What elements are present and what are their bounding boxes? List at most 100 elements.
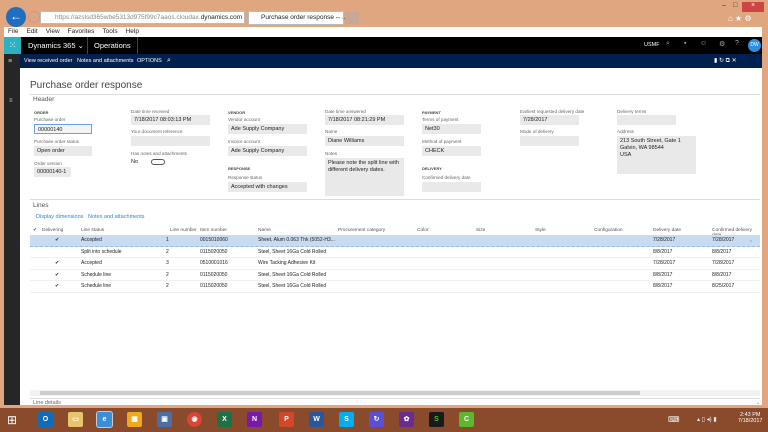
file-explorer-icon[interactable]: ▭ — [68, 412, 83, 427]
col-item-number[interactable]: Item number — [200, 228, 227, 233]
chevron-down-icon[interactable]: ⌄ — [756, 400, 760, 406]
col-size[interactable]: Size — [476, 228, 485, 233]
select-all-checkbox[interactable]: ✔ — [33, 228, 37, 233]
order-version-label: Order version — [34, 161, 62, 166]
lines-notes-button[interactable]: Notes and attachments — [88, 214, 145, 220]
table-row[interactable]: ✔ Accepted 3 0510001016 Wire Tacking Adhesiv… — [30, 258, 760, 270]
address-bar[interactable]: https://azslsd365wbe5313d975f99c7aaos.cl… — [40, 11, 245, 24]
computer-icon[interactable]: ▣ — [157, 412, 172, 427]
settings-icon[interactable]: ⚙ — [719, 40, 725, 48]
scroll-up-icon[interactable]: ^ — [750, 240, 752, 246]
col-line-status[interactable]: Line status — [81, 228, 104, 233]
options-tab[interactable]: OPTIONS — [137, 54, 162, 68]
col-color[interactable]: Color — [417, 228, 428, 233]
horizontal-scrollbar[interactable] — [30, 390, 760, 396]
new-tab-button[interactable] — [345, 12, 359, 24]
header-section[interactable]: Header — [33, 96, 54, 103]
product-name[interactable]: Dynamics 365 ⌄ — [28, 41, 84, 50]
mode-field[interactable] — [520, 136, 579, 146]
help-icon[interactable]: ? — [735, 40, 739, 47]
search-icon[interactable]: ⌕ — [666, 40, 670, 48]
browser-tab[interactable]: Purchase order response -- ... × — [248, 11, 353, 25]
skype-icon[interactable]: S — [339, 412, 354, 427]
start-icon[interactable]: ⊞ — [7, 413, 17, 427]
message-icon[interactable]: ▪ — [684, 40, 686, 47]
confirmed-delivery-date: 8/25/2017 — [712, 283, 735, 289]
dt-answered-label: Date time answered — [325, 109, 366, 114]
notes-field[interactable]: Please note the split line with differen… — [325, 158, 404, 196]
col-configuration[interactable]: Configuration — [594, 228, 623, 233]
col-line-number[interactable]: Line number — [170, 228, 197, 233]
col-procurement-category[interactable]: Procurement category — [338, 228, 385, 233]
table-row[interactable]: Split into schedule 2 0115020050 Steel, She… — [30, 247, 760, 258]
menu-favorites[interactable]: Favorites — [68, 27, 95, 37]
chrome-icon[interactable]: ◉ — [187, 412, 202, 427]
hamburger-icon[interactable]: ≡ — [8, 58, 12, 65]
lines-section[interactable]: Lines — [33, 202, 49, 209]
has-notes-toggle[interactable] — [151, 159, 165, 165]
company-picker[interactable]: USMF — [644, 42, 660, 48]
earliest-field[interactable]: 7/28/2017 — [520, 115, 579, 125]
col-delivery-date[interactable]: Delivery date — [653, 228, 681, 233]
onenote-icon[interactable]: N — [247, 412, 262, 427]
doc-ref-field[interactable] — [131, 136, 210, 146]
view-received-order-button[interactable]: View received order — [24, 54, 73, 68]
app-s-icon[interactable]: S — [429, 412, 444, 427]
po-status-field[interactable]: Open order — [34, 146, 92, 156]
name-field[interactable]: Diane Williams — [325, 136, 404, 146]
table-row[interactable]: ✔ Schedule line 2 0115020050 Steel, Sheet 16… — [30, 281, 760, 293]
filter-icon[interactable]: ≡ — [9, 98, 13, 104]
back-button[interactable]: ← — [6, 7, 26, 27]
scrollbar-thumb[interactable] — [40, 391, 640, 395]
terms-field[interactable]: Net30 — [422, 124, 481, 134]
camtasia-icon[interactable]: C — [459, 412, 474, 427]
excel-icon[interactable]: X — [217, 412, 232, 427]
tray-icons[interactable]: ▴ ▯ ◂) ▮ — [697, 416, 717, 423]
minimize-icon[interactable]: – — [722, 2, 726, 9]
invoice-account-field[interactable]: Ade Supply Company — [228, 146, 307, 156]
menu-help[interactable]: Help — [126, 27, 139, 37]
menu-edit[interactable]: Edit — [26, 27, 37, 37]
page-title: Purchase order response — [30, 80, 143, 91]
maximize-icon[interactable]: □ — [733, 2, 737, 9]
display-dimensions-button[interactable]: Display dimensions — [36, 214, 83, 220]
menu-tools[interactable]: Tools — [102, 27, 117, 37]
keyboard-icon[interactable]: ⌨ — [668, 415, 680, 424]
menu-file[interactable]: File — [8, 27, 18, 37]
method-field[interactable]: CHECK — [422, 146, 481, 156]
delivery-date: 8/8/2017 — [653, 283, 673, 289]
home-star-gear-icons[interactable]: ⌂ ★ ⚙ — [728, 14, 752, 23]
clock[interactable]: 2:43 PM 7/18/2017 — [738, 412, 762, 424]
dt-answered-field[interactable]: 7/18/2017 08:21:29 PM — [325, 115, 404, 125]
col-name[interactable]: Name — [258, 228, 271, 233]
app-purple-icon[interactable]: ✿ — [399, 412, 414, 427]
waffle-icon[interactable]: ⁙ — [4, 37, 21, 54]
dt-received-field[interactable]: 7/18/2017 08:03:13 PM — [131, 115, 210, 125]
close-window-icon[interactable]: × — [742, 2, 764, 12]
address-field[interactable]: 213 South Street, Gate 1 Galvin, WA 9854… — [617, 136, 696, 174]
response-status-field[interactable]: Accepted with changes — [228, 182, 307, 192]
avatar[interactable]: DW — [748, 39, 761, 52]
order-version-field[interactable]: 00000140-1 — [34, 167, 71, 177]
word-icon[interactable]: W — [309, 412, 324, 427]
app-icon[interactable]: ▦ — [127, 412, 142, 427]
smiley-icon[interactable]: ☺ — [700, 40, 707, 47]
table-row[interactable]: ✔ Accepted 1 0015010060 Sheet, Alum 0.063 Th… — [30, 235, 760, 247]
outlook-icon[interactable]: O — [38, 412, 53, 427]
notes-attachments-button[interactable]: Notes and attachments — [77, 54, 134, 68]
office-icon[interactable]: ▮ ↻ ⧉ ✕ — [714, 54, 737, 68]
purchase-order-field[interactable]: 00000140 — [34, 124, 92, 134]
line-details-section[interactable]: Line details — [33, 400, 61, 406]
col-delivering[interactable]: Delivering — [42, 228, 63, 233]
delivery-terms-field[interactable] — [617, 115, 676, 125]
confirmed-date-field[interactable] — [422, 182, 481, 192]
table-row[interactable]: ✔ Schedule line 2 0115020050 Steel, Sheet 16… — [30, 270, 760, 281]
search-icon[interactable]: ⌕ — [167, 54, 171, 68]
sync-icon[interactable]: ↻ — [369, 412, 384, 427]
forward-button[interactable]: → — [28, 11, 40, 23]
powerpoint-icon[interactable]: P — [279, 412, 294, 427]
vendor-account-field[interactable]: Ade Supply Company — [228, 124, 307, 134]
internet-explorer-icon[interactable]: e — [96, 411, 113, 428]
menu-view[interactable]: View — [46, 27, 60, 37]
col-style[interactable]: Style — [535, 228, 546, 233]
